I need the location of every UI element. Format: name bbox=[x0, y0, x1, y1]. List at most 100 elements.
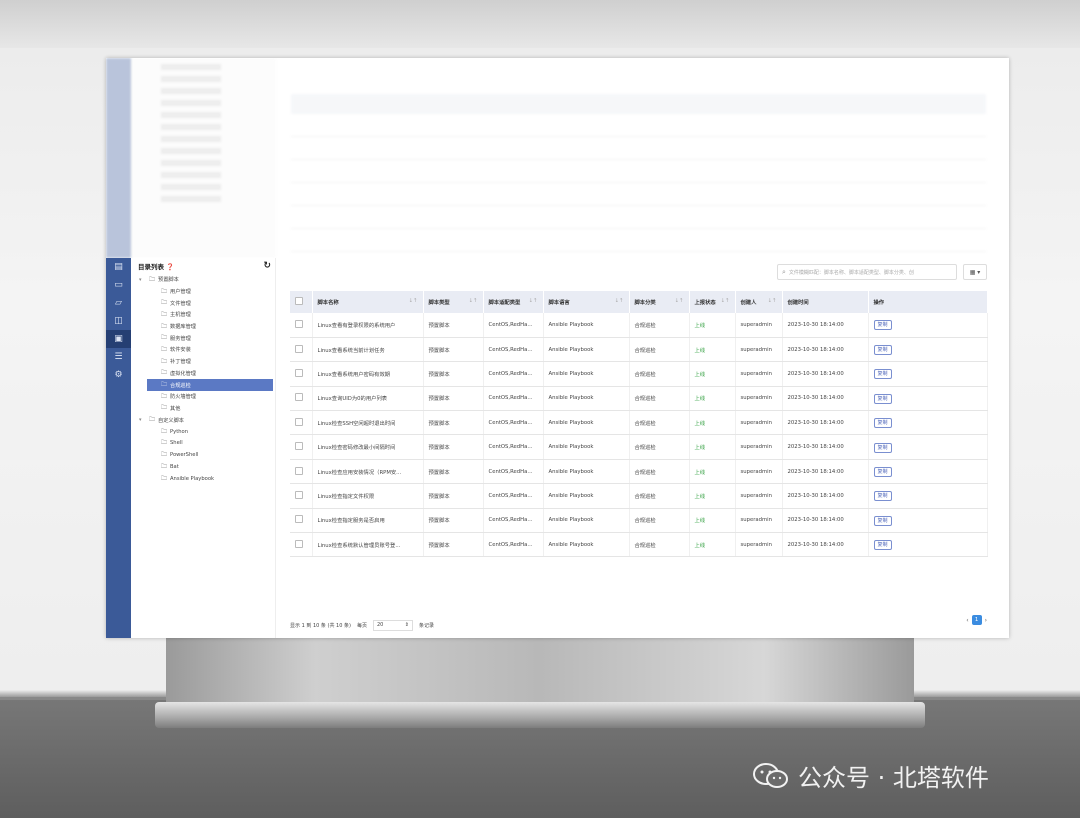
tree-item[interactable]: ▾ 🗀 自定义脚本 bbox=[131, 414, 275, 426]
sort-icon[interactable]: ↓↑ bbox=[615, 298, 624, 304]
column-header-label: 创建时间 bbox=[787, 300, 809, 306]
prev-page-button[interactable]: ‹ bbox=[966, 617, 968, 624]
tree-item[interactable]: 🗀 补丁管理 bbox=[131, 356, 275, 368]
copy-button[interactable]: 复制 bbox=[873, 369, 892, 380]
tree-item[interactable]: ▾ 🗀 预置脚本 bbox=[131, 274, 275, 286]
table-cell: 复制 bbox=[868, 410, 988, 436]
tree-item[interactable]: 🗀 Python bbox=[131, 426, 275, 438]
table-row[interactable]: Linux检查指定服务是否启用 预置脚本 CentOS,RedHa... Ansibl… bbox=[290, 508, 988, 534]
status-badge: 上线 bbox=[694, 518, 706, 525]
table-row[interactable]: Linux检查指定文件权限 预置脚本 CentOS,RedHa... Ansible … bbox=[290, 483, 988, 509]
expand-caret-icon[interactable]: ▾ bbox=[139, 277, 149, 283]
sort-icon[interactable]: ↓↑ bbox=[768, 298, 777, 304]
tree-item[interactable]: 🗀 PowerShell bbox=[131, 449, 275, 461]
table-row[interactable]: Linux查询UID为0的用户列表 预置脚本 CentOS,RedHa... Ansi… bbox=[290, 386, 988, 412]
select-all-checkbox[interactable] bbox=[295, 297, 303, 305]
copy-button[interactable]: 复制 bbox=[873, 491, 892, 502]
column-header[interactable]: 操作 bbox=[868, 291, 988, 313]
nav-layers-icon[interactable]: ◫ bbox=[106, 312, 131, 330]
folder-icon: 🗀 bbox=[161, 392, 168, 400]
table-row[interactable]: Linux检查系统默认管理员账号登... 预置脚本 CentOS,RedHa... A… bbox=[290, 532, 988, 558]
row-checkbox[interactable] bbox=[295, 417, 303, 426]
nav-list-icon[interactable]: ☰ bbox=[106, 348, 131, 366]
folder-icon: 🗀 bbox=[161, 369, 168, 377]
tree-item[interactable]: 🗀 文件管理 bbox=[131, 297, 275, 309]
column-header[interactable]: 脚本类型 ↓↑ bbox=[423, 291, 484, 313]
table-cell: Ansible Playbook bbox=[543, 434, 630, 460]
tree-item[interactable]: 🗀 软件安装 bbox=[131, 344, 275, 356]
row-checkbox[interactable] bbox=[295, 344, 303, 353]
next-page-button[interactable]: › bbox=[985, 617, 987, 624]
column-header[interactable]: 创建时间 bbox=[782, 291, 869, 313]
table-row[interactable]: Linux查看系统用户密码有效期 预置脚本 CentOS,RedHa... Ansib… bbox=[290, 361, 988, 387]
search-input[interactable]: ⌕ 文件模糊匹配：脚本名称、脚本适配类型、脚本分类、创 bbox=[777, 264, 957, 280]
row-select-cell bbox=[290, 459, 313, 485]
row-select-cell bbox=[290, 313, 313, 338]
copy-button[interactable]: 复制 bbox=[873, 418, 892, 429]
nav-folder-icon[interactable]: ▱ bbox=[106, 294, 131, 312]
column-header[interactable]: 脚本语言 ↓↑ bbox=[543, 291, 630, 313]
table-cell: CentOS,RedHa... bbox=[483, 459, 544, 485]
page-number-button[interactable]: 1 bbox=[971, 615, 982, 625]
column-header[interactable]: 创建人 ↓↑ bbox=[735, 291, 783, 313]
tree-item[interactable]: 🗀 合规巡检 bbox=[147, 379, 273, 391]
row-checkbox[interactable] bbox=[295, 515, 303, 524]
copy-button[interactable]: 复制 bbox=[873, 320, 892, 331]
tree-item[interactable]: 🗀 数据库管理 bbox=[131, 321, 275, 333]
row-checkbox[interactable] bbox=[295, 368, 303, 377]
folder-icon: 🗀 bbox=[161, 287, 168, 295]
cell-text: 合规巡检 bbox=[634, 542, 656, 549]
copy-button[interactable]: 复制 bbox=[873, 393, 892, 404]
tree-item[interactable]: 🗀 Ansible Playbook bbox=[131, 473, 275, 485]
table-row[interactable]: Linux查看系统当前计划任务 预置脚本 CentOS,RedHa... Ansibl… bbox=[290, 337, 988, 363]
table-cell: Linux查看系统用户密码有效期 bbox=[312, 361, 424, 387]
tree-item[interactable]: 🗀 防火墙管理 bbox=[131, 391, 275, 403]
row-checkbox[interactable] bbox=[295, 393, 303, 402]
tree-item[interactable]: 🗀 服务管理 bbox=[131, 332, 275, 344]
column-header[interactable]: 上报状态 ↓↑ bbox=[689, 291, 736, 313]
copy-button[interactable]: 复制 bbox=[873, 442, 892, 453]
column-settings-button[interactable]: ▦ ▾ bbox=[963, 264, 987, 280]
row-checkbox[interactable] bbox=[295, 539, 303, 548]
tree-item-label: Shell bbox=[170, 440, 183, 447]
table-row[interactable]: Linux检查SSH空闲超时退出时间 预置脚本 CentOS,RedHa... Ans… bbox=[290, 410, 988, 436]
row-checkbox[interactable] bbox=[295, 319, 303, 328]
help-icon[interactable]: ❓ bbox=[166, 263, 174, 271]
nav-scripts-icon[interactable]: ▣ bbox=[106, 330, 131, 348]
sort-icon[interactable]: ↓↑ bbox=[409, 298, 418, 304]
sort-icon[interactable]: ↓↑ bbox=[529, 298, 538, 304]
refresh-icon[interactable]: ↻ bbox=[263, 261, 271, 271]
page-size-select[interactable]: 20 ⇕ bbox=[372, 620, 413, 631]
copy-button[interactable]: 复制 bbox=[873, 345, 892, 356]
copy-button[interactable]: 复制 bbox=[873, 540, 892, 551]
cell-text: Ansible Playbook bbox=[548, 346, 594, 353]
nav-monitor-icon[interactable]: ▭ bbox=[106, 276, 131, 294]
row-checkbox[interactable] bbox=[295, 490, 303, 499]
expand-caret-icon[interactable]: ▾ bbox=[139, 417, 149, 423]
column-header[interactable]: 脚本分类 ↓↑ bbox=[629, 291, 690, 313]
row-checkbox[interactable] bbox=[295, 466, 303, 475]
nav-settings-icon[interactable]: ⚙ bbox=[106, 366, 131, 384]
sort-icon[interactable]: ↓↑ bbox=[721, 298, 730, 304]
column-header[interactable]: 脚本适配类型 ↓↑ bbox=[483, 291, 544, 313]
nav-dashboard-icon[interactable]: ▤ bbox=[106, 258, 131, 276]
table-row[interactable]: Linux检查应用安装情况（RPM安... 预置脚本 CentOS,RedHa...… bbox=[290, 459, 988, 485]
sort-icon[interactable]: ↓↑ bbox=[675, 298, 684, 304]
tree-item[interactable]: 🗀 主机管理 bbox=[131, 309, 275, 321]
table-cell: 2023-10-30 18:14:00 bbox=[782, 532, 869, 558]
cell-text: CentOS,RedHa... bbox=[488, 517, 533, 524]
copy-button[interactable]: 复制 bbox=[873, 515, 892, 526]
table-row[interactable]: Linux检查密码修改最小间隔时间 预置脚本 CentOS,RedHa... Ansi… bbox=[290, 434, 988, 460]
tree-item[interactable]: 🗀 Shell bbox=[131, 438, 275, 450]
row-select-cell bbox=[290, 361, 313, 387]
column-header[interactable]: 脚本名称 ↓↑ bbox=[312, 291, 424, 313]
tree-item[interactable]: 🗀 其他 bbox=[131, 403, 275, 415]
tree-item[interactable]: 🗀 Bat bbox=[131, 461, 275, 473]
tree-item[interactable]: 🗀 虚拟化管理 bbox=[131, 368, 275, 380]
copy-button[interactable]: 复制 bbox=[873, 467, 892, 478]
tree-item[interactable]: 🗀 用户管理 bbox=[131, 286, 275, 298]
row-checkbox[interactable] bbox=[295, 442, 303, 451]
table-row[interactable]: Linux查看有登录权限的系统用户 预置脚本 CentOS,RedHa... Ansi… bbox=[290, 313, 988, 338]
sort-icon[interactable]: ↓↑ bbox=[469, 298, 478, 304]
cell-text: CentOS,RedHa... bbox=[488, 541, 533, 548]
